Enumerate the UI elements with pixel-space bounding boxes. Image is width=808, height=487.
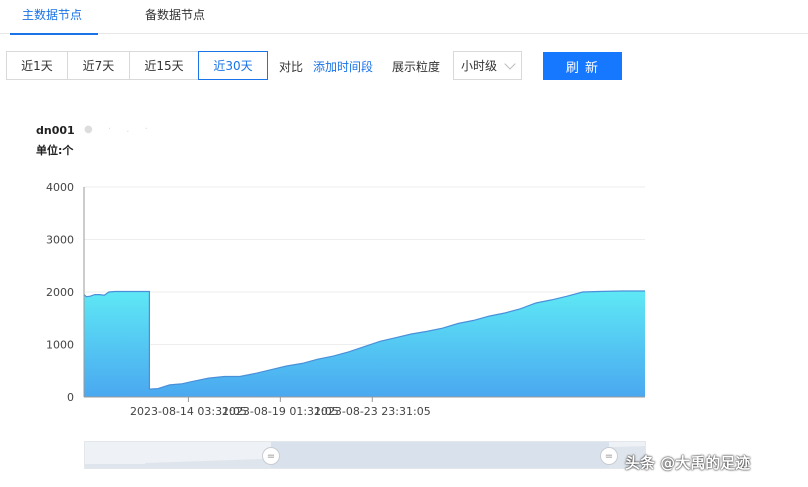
chevron-down-icon	[504, 58, 516, 70]
compare-label: 对比	[279, 60, 304, 74]
unit-label: 单位:个	[36, 144, 74, 157]
tab-backup-node[interactable]: 备数据节点	[145, 0, 225, 34]
y-tick-label: 0	[67, 391, 74, 404]
zoom-slider[interactable]: = =	[84, 441, 646, 469]
y-tick-label: 1000	[46, 339, 74, 352]
zoom-left-handle[interactable]: =	[262, 447, 280, 465]
x-axis: 2023-08-14 03:31:052023-08-19 01:31:0520…	[84, 396, 645, 418]
y-axis: 0 1000 2000 3000 4000	[46, 181, 85, 404]
refresh-button[interactable]: 刷 新	[543, 52, 622, 80]
zoom-selection[interactable]	[271, 442, 609, 468]
series-name: dn001	[36, 124, 75, 137]
range-7d-button[interactable]: 近7天	[67, 51, 130, 80]
time-range-group: 近1天 近7天 近15天 近30天	[6, 51, 268, 80]
range-30d-button[interactable]: 近30天	[198, 51, 268, 80]
granularity-value: 小时级	[461, 59, 498, 73]
page-root: 主数据节点 备数据节点 近1天 近7天 近15天 近30天 对比 添加时间段 展…	[0, 0, 808, 487]
y-tick-label: 2000	[46, 286, 74, 299]
granularity-select[interactable]: 小时级	[453, 51, 522, 80]
series-faint-text: ● ‧ . ·	[84, 124, 154, 135]
tab-primary-node[interactable]: 主数据节点	[10, 0, 98, 35]
y-tick-label: 4000	[46, 181, 74, 194]
area-chart: 0 1000 2000 3000 4000 2023-08-14 03:31:05202…	[46, 181, 645, 418]
x-tick-label: 2023-08-23 23:31:05	[314, 405, 431, 418]
y-tick-label: 3000	[46, 234, 74, 247]
range-1d-button[interactable]: 近1天	[6, 51, 68, 80]
granularity-label: 展示粒度	[392, 60, 441, 74]
node-tabs: 主数据节点 备数据节点	[0, 0, 808, 35]
range-15d-button[interactable]: 近15天	[129, 51, 199, 80]
add-period-link[interactable]: 添加时间段	[313, 58, 373, 75]
zoom-right-handle[interactable]: =	[600, 447, 618, 465]
watermark: 头条 @大禹的足迹	[625, 454, 751, 472]
